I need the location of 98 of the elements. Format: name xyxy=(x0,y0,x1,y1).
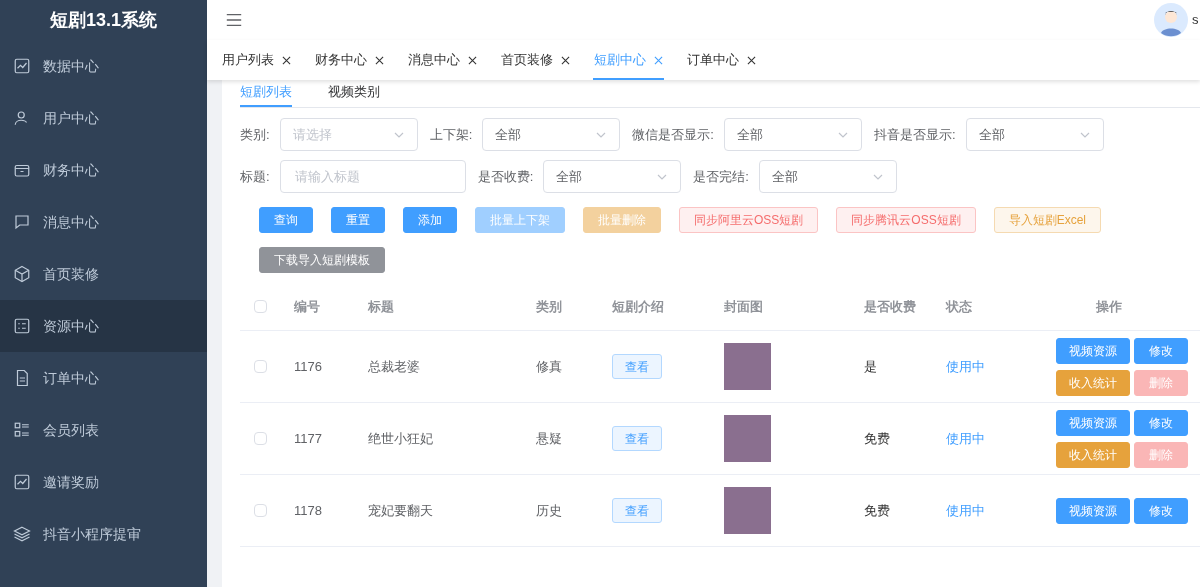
box-icon xyxy=(13,265,31,283)
title-input[interactable]: 请输入标题 xyxy=(279,160,466,193)
sub-tab[interactable]: 视频类别 xyxy=(328,81,380,107)
toolbar-button[interactable]: 添加 xyxy=(403,207,457,233)
table-cell-text: 宠妃要翻天 xyxy=(368,501,434,520)
select-field[interactable]: 全部 xyxy=(965,118,1104,151)
column-header: 标题 xyxy=(368,297,395,316)
table-cell-text: 1176 xyxy=(294,357,323,376)
toolbar-button[interactable]: 重置 xyxy=(331,207,385,233)
sidebar-item[interactable]: 用户中心 xyxy=(0,92,207,144)
row-action-button[interactable]: 修改 xyxy=(1134,409,1188,436)
row-checkbox[interactable] xyxy=(254,432,267,445)
table-cell-text: 1177 xyxy=(294,429,323,448)
row-action-button[interactable]: 删除 xyxy=(1134,369,1188,396)
photo-placeholder xyxy=(724,487,771,534)
filter-label: 标题: xyxy=(240,167,270,186)
status-text: 使用中 xyxy=(946,429,986,448)
close-icon[interactable] xyxy=(282,55,291,65)
message-icon xyxy=(13,213,31,231)
row-action-button[interactable]: 视频资源 xyxy=(1056,409,1130,436)
layers-icon xyxy=(13,525,31,543)
row-checkbox[interactable] xyxy=(254,360,267,373)
select-field[interactable]: 全部 xyxy=(723,118,862,151)
sidebar-item[interactable]: 订单中心 xyxy=(0,352,207,404)
status-text: 使用中 xyxy=(946,501,986,520)
table-cell-text: 悬疑 xyxy=(536,429,563,448)
filter-label: 是否收费: xyxy=(477,167,534,186)
filter-label: 抖音是否显示: xyxy=(873,125,956,144)
page-tab[interactable]: 消息中心 xyxy=(407,42,478,80)
table-cell-text: 免费 xyxy=(864,501,891,520)
table-cell-text: 历史 xyxy=(536,501,563,520)
filter-label: 类别: xyxy=(240,125,270,144)
avatar-icon[interactable] xyxy=(1154,3,1188,37)
toolbar-button[interactable]: 批量上下架 xyxy=(475,207,565,233)
row-action-button[interactable]: 收入统计 xyxy=(1056,369,1130,396)
row-action-button[interactable]: 修改 xyxy=(1134,497,1188,524)
sidebar-item[interactable]: 首页装修 xyxy=(0,248,207,300)
column-header: 短剧介绍 xyxy=(612,297,665,316)
page-tab[interactable]: 财务中心 xyxy=(314,42,385,80)
select-field[interactable]: 全部 xyxy=(482,118,621,151)
filter-label: 微信是否显示: xyxy=(632,125,714,144)
status-text: 使用中 xyxy=(946,357,986,376)
chart-icon xyxy=(13,473,31,491)
list-icon xyxy=(13,421,31,439)
row-checkbox[interactable] xyxy=(254,504,267,517)
column-header: 编号 xyxy=(294,297,321,316)
page-tab[interactable]: 订单中心 xyxy=(686,42,757,80)
username: s xyxy=(1192,11,1200,30)
table-cell-text: 免费 xyxy=(864,429,891,448)
table-cell-text: 绝世小狂妃 xyxy=(368,429,434,448)
row-action-button[interactable]: 删除 xyxy=(1134,441,1188,468)
view-button[interactable]: 查看 xyxy=(612,354,662,379)
sub-tab[interactable]: 短剧列表 xyxy=(240,81,292,107)
row-action-button[interactable]: 收入统计 xyxy=(1056,441,1130,468)
close-icon[interactable] xyxy=(375,55,384,65)
menu-icon[interactable] xyxy=(225,11,243,29)
page-tab[interactable]: 用户列表 xyxy=(221,42,292,80)
app-title: 短剧13.1系统 xyxy=(49,8,157,32)
sidebar-item[interactable]: 邀请奖励 xyxy=(0,456,207,508)
column-header: 状态 xyxy=(946,297,973,316)
toolbar-button[interactable]: 下载导入短剧模板 xyxy=(259,247,385,273)
chart-icon xyxy=(13,57,31,75)
toolbar-button[interactable]: 同步阿里云OSS短剧 xyxy=(679,207,819,233)
toolbar-button[interactable]: 导入短剧Excel xyxy=(993,207,1102,233)
photo-placeholder xyxy=(724,343,771,390)
checklist-icon xyxy=(13,317,31,335)
close-icon[interactable] xyxy=(747,55,756,65)
select-field[interactable]: 全部 xyxy=(758,160,897,193)
sidebar-item[interactable]: 抖音小程序提审 xyxy=(0,508,207,560)
select-field[interactable]: 请选择 xyxy=(279,118,418,151)
sidebar-item[interactable]: 财务中心 xyxy=(0,144,207,196)
table-cell-text: 修真 xyxy=(536,357,563,376)
view-button[interactable]: 查看 xyxy=(612,426,662,451)
column-header: 封面图 xyxy=(724,297,764,316)
sidebar-item[interactable]: 资源中心 xyxy=(0,300,207,352)
row-action-button[interactable]: 视频资源 xyxy=(1056,497,1130,524)
column-header: 是否收费 xyxy=(864,297,917,316)
table-cell-text: 是 xyxy=(864,357,878,376)
row-action-button[interactable]: 修改 xyxy=(1134,337,1188,364)
select-all-checkbox[interactable] xyxy=(254,300,267,313)
sidebar-item[interactable]: 会员列表 xyxy=(0,404,207,456)
row-action-button[interactable]: 视频资源 xyxy=(1056,337,1130,364)
view-button[interactable]: 查看 xyxy=(612,498,662,523)
sidebar-item[interactable]: 消息中心 xyxy=(0,196,207,248)
select-field[interactable]: 全部 xyxy=(543,160,682,193)
filter-label: 上下架: xyxy=(429,125,473,144)
column-header: 类别 xyxy=(536,297,563,316)
photo-placeholder xyxy=(724,415,771,462)
close-icon[interactable] xyxy=(561,55,570,65)
filter-label: 是否完结: xyxy=(693,167,749,186)
sidebar-item[interactable]: 数据中心 xyxy=(0,40,207,92)
page-tab[interactable]: 首页装修 xyxy=(500,42,571,80)
close-icon[interactable] xyxy=(468,55,477,65)
toolbar-button[interactable]: 同步腾讯云OSS短剧 xyxy=(836,207,976,233)
column-header: 操作 xyxy=(1096,297,1122,316)
table-cell-text: 1178 xyxy=(294,501,323,520)
table-cell-text: 总裁老婆 xyxy=(368,357,421,376)
toolbar-button[interactable]: 查询 xyxy=(259,207,313,233)
